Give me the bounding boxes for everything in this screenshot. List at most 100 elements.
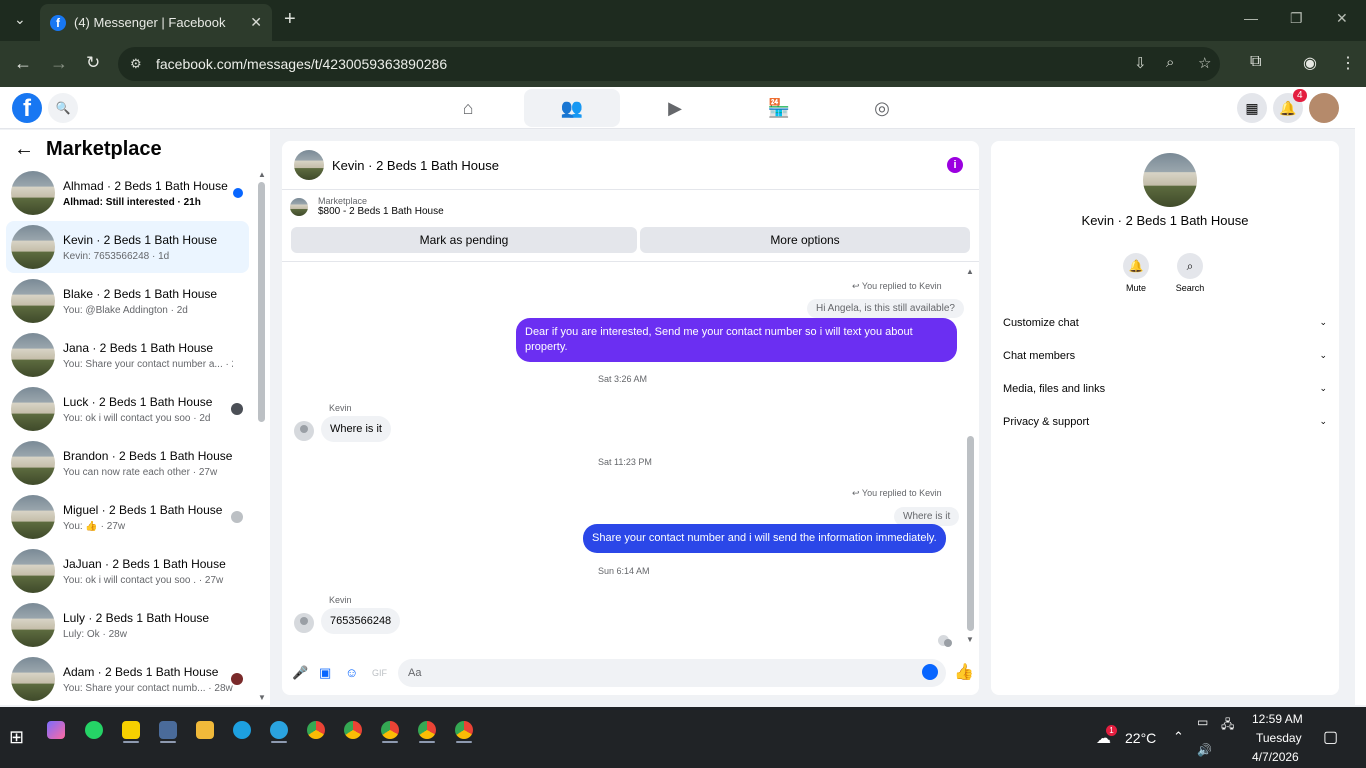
- forward-icon[interactable]: →: [50, 53, 68, 74]
- network-icon[interactable]: 🖧: [1221, 715, 1234, 736]
- mute-button[interactable]: 🔔 Mute: [1106, 253, 1166, 293]
- telegram-icon[interactable]: [270, 721, 288, 739]
- conversation-preview: Alhmad: Still interested · 21h: [63, 196, 201, 208]
- page-scrollbar[interactable]: [1355, 87, 1366, 705]
- customize-chat-section[interactable]: Customize chat ⌄: [1003, 317, 1327, 329]
- sticker-icon[interactable]: ☺: [345, 665, 358, 680]
- back-arrow-icon[interactable]: ←: [14, 138, 34, 161]
- friends-icon[interactable]: 👥: [524, 89, 620, 127]
- search-button[interactable]: ⌕ Search: [1160, 253, 1220, 293]
- menu-kebab-icon[interactable]: ⋮: [1340, 53, 1356, 73]
- mark-as-pending-button[interactable]: Mark as pending: [291, 227, 637, 253]
- conversation-item[interactable]: JaJuan · 2 Beds 1 Bath House You: ok i wi…: [6, 545, 249, 597]
- unread-dot: [233, 188, 243, 198]
- outgoing-message[interactable]: Dear if you are interested, Send me your…: [516, 318, 957, 362]
- site-info-icon[interactable]: ⚙: [130, 56, 142, 72]
- message-timestamp: Sun 6:14 AM: [598, 566, 650, 576]
- notification-center-icon[interactable]: ▢: [1323, 727, 1338, 747]
- clock-day[interactable]: Tuesday: [1256, 731, 1302, 745]
- menu-grid-icon[interactable]: ▦: [1237, 93, 1267, 123]
- chat-members-section[interactable]: Chat members ⌄: [1003, 350, 1327, 362]
- temperature[interactable]: 22°C: [1125, 730, 1156, 746]
- edge-icon[interactable]: [233, 721, 251, 739]
- chrome-icon[interactable]: [381, 721, 399, 739]
- sidebar-scrollbar[interactable]: [258, 182, 265, 422]
- conversation-item[interactable]: Luck · 2 Beds 1 Bath House You: ok i will…: [6, 383, 249, 435]
- reload-icon[interactable]: ↻: [86, 53, 100, 73]
- incoming-message[interactable]: Where is it: [321, 416, 391, 442]
- minimize-icon[interactable]: —: [1244, 10, 1258, 26]
- facebook-logo-icon[interactable]: f: [12, 93, 42, 123]
- home-icon[interactable]: ⌂: [420, 89, 516, 127]
- conversation-item[interactable]: Brandon · 2 Beds 1 Bath House You can now…: [6, 437, 249, 489]
- url-field[interactable]: ⚙ facebook.com/messages/t/42300593638902…: [118, 47, 1220, 81]
- search-icon[interactable]: 🔍: [48, 93, 78, 123]
- conversation-item[interactable]: Alhmad · 2 Beds 1 Bath House Alhmad: Stil…: [6, 167, 249, 219]
- chevron-up-icon[interactable]: ⌃: [1173, 729, 1184, 745]
- install-app-icon[interactable]: ⇩: [1134, 54, 1147, 72]
- close-window-icon[interactable]: ✕: [1336, 10, 1348, 27]
- profile-icon[interactable]: ◉: [1303, 53, 1317, 73]
- conversation-item[interactable]: Luly · 2 Beds 1 Bath House Luly: Ok · 28w: [6, 599, 249, 651]
- marketplace-icon[interactable]: 🏪: [731, 89, 827, 127]
- file-explorer-icon[interactable]: [196, 721, 214, 739]
- contact-avatar[interactable]: [294, 613, 314, 633]
- thumbs-up-icon[interactable]: 👍: [954, 662, 974, 682]
- microphone-icon[interactable]: 🎤: [292, 665, 308, 681]
- scroll-down-icon[interactable]: ▼: [966, 635, 974, 644]
- clock-date[interactable]: 4/7/2026: [1252, 750, 1299, 764]
- zoom-icon[interactable]: ⌕: [1166, 54, 1174, 71]
- conversation-item[interactable]: Miguel · 2 Beds 1 Bath House You: 👍 · 27w: [6, 491, 249, 543]
- photo-icon[interactable]: ▣: [319, 665, 331, 681]
- chrome-icon[interactable]: [307, 721, 325, 739]
- quoted-message[interactable]: Hi Angela, is this still available?: [807, 299, 964, 318]
- video-icon[interactable]: ▶: [627, 89, 723, 127]
- listing-price: $800 - 2 Beds 1 Bath House: [318, 206, 444, 217]
- chat-title[interactable]: Kevin · 2 Beds 1 Bath House: [332, 158, 499, 173]
- copilot-icon[interactable]: [47, 721, 65, 739]
- contact-avatar[interactable]: [294, 421, 314, 441]
- conversation-item[interactable]: Adam · 2 Beds 1 Bath House You: Share you…: [6, 653, 249, 705]
- info-icon[interactable]: i: [947, 157, 963, 173]
- conversation-preview: You: Share your contact numb... · 28w: [63, 682, 233, 694]
- media-files-links-section[interactable]: Media, files and links ⌄: [1003, 383, 1327, 395]
- new-tab-icon[interactable]: +: [284, 8, 296, 31]
- close-tab-icon[interactable]: ✕: [250, 14, 262, 31]
- back-icon[interactable]: ←: [14, 53, 32, 74]
- scroll-up-icon[interactable]: ▲: [966, 267, 974, 276]
- more-options-button[interactable]: More options: [640, 227, 970, 253]
- browser-tab[interactable]: f (4) Messenger | Facebook ✕: [40, 4, 272, 41]
- conversation-item[interactable]: Jana · 2 Beds 1 Bath House You: Share you…: [6, 329, 249, 381]
- chat-avatar[interactable]: [294, 150, 324, 180]
- conversation-item[interactable]: Blake · 2 Beds 1 Bath House You: @Blake A…: [6, 275, 249, 327]
- message-input[interactable]: Aa: [398, 659, 946, 687]
- volume-icon[interactable]: 🔊: [1197, 743, 1212, 757]
- app-icon[interactable]: [159, 721, 177, 739]
- sticky-notes-icon[interactable]: [122, 721, 140, 739]
- facebook-favicon-icon: f: [50, 14, 66, 31]
- bookmark-star-icon[interactable]: ☆: [1198, 54, 1211, 72]
- chrome-icon[interactable]: [344, 721, 362, 739]
- clock-time[interactable]: 12:59 AM: [1252, 712, 1303, 726]
- privacy-support-section[interactable]: Privacy & support ⌄: [1003, 416, 1327, 428]
- chrome-icon[interactable]: [455, 721, 473, 739]
- account-avatar[interactable]: [1309, 93, 1339, 123]
- outgoing-message[interactable]: Share your contact number and i will sen…: [583, 524, 946, 553]
- groups-icon[interactable]: ◎: [834, 89, 930, 127]
- extensions-icon[interactable]: ⧉: [1250, 53, 1261, 71]
- windows-start-icon[interactable]: ⊞: [9, 727, 24, 748]
- chat-scrollbar[interactable]: [967, 436, 974, 631]
- whatsapp-icon[interactable]: [85, 721, 103, 739]
- gif-icon[interactable]: GIF: [372, 668, 387, 678]
- tab-search-icon[interactable]: ⌄: [14, 11, 26, 28]
- conversation-item[interactable]: Kevin · 2 Beds 1 Bath House Kevin: 765356…: [6, 221, 249, 273]
- phone-link-icon[interactable]: ▭: [1197, 715, 1208, 729]
- chrome-icon[interactable]: [418, 721, 436, 739]
- restore-icon[interactable]: ❐: [1290, 10, 1303, 27]
- scroll-up-icon[interactable]: ▲: [258, 170, 266, 179]
- scroll-down-icon[interactable]: ▼: [258, 693, 266, 702]
- conversation-avatar[interactable]: [1143, 153, 1197, 207]
- listing-summary[interactable]: Marketplace $800 - 2 Beds 1 Bath House: [290, 196, 444, 217]
- emoji-icon[interactable]: [922, 664, 938, 680]
- incoming-message[interactable]: 7653566248: [321, 608, 401, 634]
